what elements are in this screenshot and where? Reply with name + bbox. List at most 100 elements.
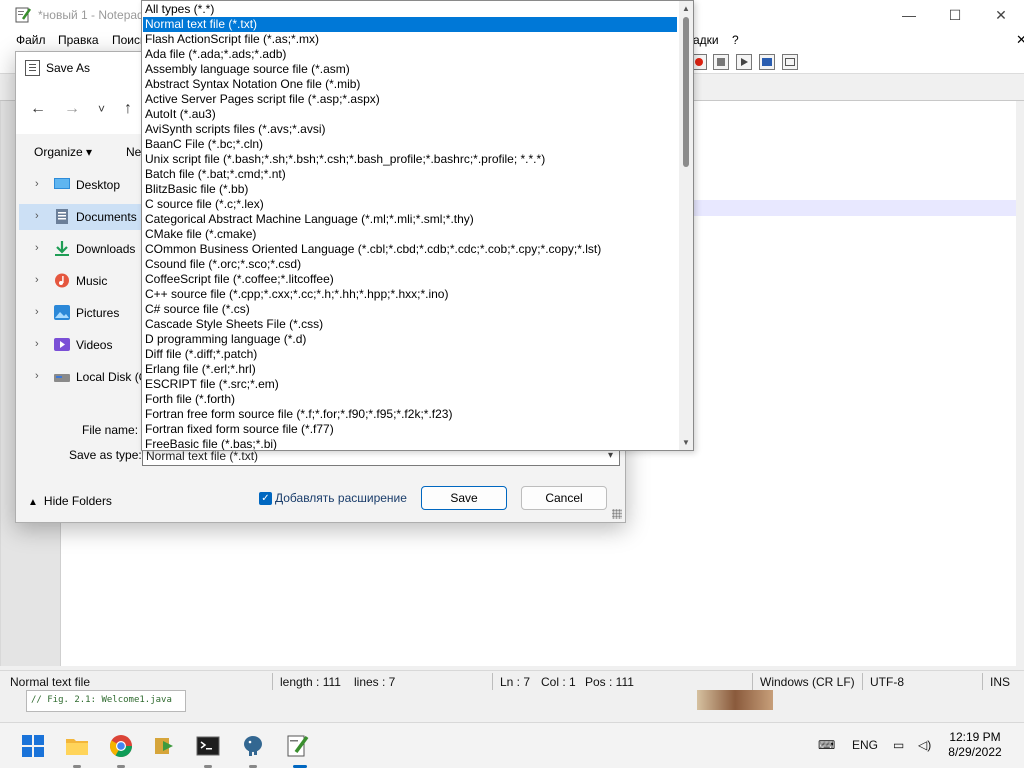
- dropdown-scrollbar[interactable]: ▲ ▼: [679, 1, 693, 450]
- cancel-button[interactable]: Cancel: [521, 486, 607, 510]
- app-arrow-icon[interactable]: [151, 732, 179, 760]
- network-icon[interactable]: ▭: [893, 738, 904, 752]
- scrollbar-thumb[interactable]: [683, 17, 689, 167]
- add-extension-label[interactable]: Добавлять расширение: [275, 491, 407, 505]
- chrome-icon[interactable]: [107, 732, 135, 760]
- file-type-option[interactable]: C# source file (*.cs): [143, 302, 677, 317]
- minimize-button[interactable]: —: [886, 0, 932, 30]
- recent-locations-chevron-icon[interactable]: ˅: [98, 102, 105, 116]
- file-type-option[interactable]: Assembly language source file (*.asm): [143, 62, 677, 77]
- menu-help[interactable]: ?: [732, 33, 739, 47]
- file-type-option[interactable]: Forth file (*.forth): [143, 392, 677, 407]
- tree-item-desktop[interactable]: › Desktop: [19, 172, 159, 198]
- file-type-option[interactable]: CoffeeScript file (*.coffee;*.litcoffee): [143, 272, 677, 287]
- file-type-option[interactable]: Flash ActionScript file (*.as;*.mx): [143, 32, 677, 47]
- keyboard-icon[interactable]: ⌨: [818, 738, 835, 752]
- file-type-option[interactable]: FreeBasic file (*.bas;*.bi): [143, 437, 677, 450]
- file-type-option[interactable]: Abstract Syntax Notation One file (*.mib…: [143, 77, 677, 92]
- tree-item-music[interactable]: › Music: [19, 268, 159, 294]
- close-button[interactable]: ✕: [978, 0, 1024, 30]
- file-type-option[interactable]: Normal text file (*.txt): [143, 17, 677, 32]
- up-arrow-icon[interactable]: ↑: [124, 100, 132, 118]
- file-type-option[interactable]: Categorical Abstract Machine Language (*…: [143, 212, 677, 227]
- status-line: Ln : 7: [500, 675, 531, 689]
- editor-scrollbar[interactable]: [1016, 101, 1024, 666]
- chevron-up-icon: ▲: [28, 497, 38, 508]
- forward-arrow-icon[interactable]: →: [64, 100, 80, 118]
- stop-macro-icon[interactable]: [713, 54, 729, 70]
- expand-chevron-icon[interactable]: ›: [35, 338, 39, 350]
- desktop-icon: [54, 178, 70, 189]
- tree-item-downloads[interactable]: › Downloads: [19, 236, 159, 262]
- system-clock[interactable]: 12:19 PM 8/29/2022: [935, 730, 1015, 760]
- file-type-option[interactable]: Unix script file (*.bash;*.sh;*.bsh;*.cs…: [143, 152, 677, 167]
- language-indicator[interactable]: ENG: [852, 738, 878, 752]
- file-type-option[interactable]: All types (*.*): [143, 2, 677, 17]
- file-type-option[interactable]: D programming language (*.d): [143, 332, 677, 347]
- add-extension-checkbox[interactable]: ✓: [259, 492, 272, 505]
- expand-chevron-icon[interactable]: ›: [35, 242, 39, 254]
- file-type-option[interactable]: Fortran free form source file (*.f;*.for…: [143, 407, 677, 422]
- file-type-option[interactable]: Csound file (*.orc;*.sco;*.csd): [143, 257, 677, 272]
- file-type-option[interactable]: C source file (*.c;*.lex): [143, 197, 677, 212]
- new-folder-button[interactable]: Ne: [126, 145, 141, 159]
- terminal-icon[interactable]: [194, 732, 222, 760]
- notepadpp-icon[interactable]: [283, 732, 311, 760]
- start-icon[interactable]: [19, 732, 47, 760]
- tree-item-label: Local Disk (C: [76, 370, 148, 384]
- scroll-down-arrow-icon[interactable]: ▼: [679, 437, 693, 449]
- videos-icon: [54, 338, 70, 351]
- save-macro-icon[interactable]: [782, 54, 798, 70]
- postgres-icon[interactable]: [239, 732, 267, 760]
- file-type-option[interactable]: BlitzBasic file (*.bb): [143, 182, 677, 197]
- pictures-icon: [54, 305, 70, 320]
- file-type-option[interactable]: COmmon Business Oriented Language (*.cbl…: [143, 242, 677, 257]
- expand-chevron-icon[interactable]: ›: [35, 210, 39, 222]
- file-type-option[interactable]: CMake file (*.cmake): [143, 227, 677, 242]
- expand-chevron-icon[interactable]: ›: [35, 306, 39, 318]
- tree-item-pictures[interactable]: › Pictures: [19, 300, 159, 326]
- menu-tools[interactable]: адки: [693, 33, 719, 47]
- resize-grip-icon[interactable]: [612, 509, 622, 519]
- save-button[interactable]: Save: [421, 486, 507, 510]
- file-type-option[interactable]: Fortran fixed form source file (*.f77): [143, 422, 677, 437]
- save-as-type-dropdown-list: All types (*.*) Normal text file (*.txt) F…: [141, 0, 694, 451]
- play-macro-icon[interactable]: [736, 54, 752, 70]
- organize-button[interactable]: Organize ▾: [34, 145, 92, 159]
- file-type-option[interactable]: AutoIt (*.au3): [143, 107, 677, 122]
- file-explorer-icon[interactable]: [63, 732, 91, 760]
- menu-file[interactable]: Файл: [16, 33, 46, 47]
- organize-chevron-icon: ▾: [86, 145, 93, 159]
- maximize-button[interactable]: ☐: [932, 0, 978, 30]
- file-type-option[interactable]: Active Server Pages script file (*.asp;*…: [143, 92, 677, 107]
- notepadpp-icon: [15, 7, 32, 23]
- run-macro-multiple-icon[interactable]: [759, 54, 775, 70]
- clock-time: 12:19 PM: [949, 730, 1001, 744]
- hide-folders-label: Hide Folders: [43, 494, 112, 508]
- organize-label: Organize: [34, 145, 83, 159]
- file-type-option[interactable]: C++ source file (*.cpp;*.cxx;*.cc;*.h;*.…: [143, 287, 677, 302]
- file-name-label: File name:: [82, 423, 139, 437]
- expand-chevron-icon[interactable]: ›: [35, 370, 39, 382]
- file-type-option[interactable]: ESCRIPT file (*.src;*.em): [143, 377, 677, 392]
- file-type-option[interactable]: Ada file (*.ada;*.ads;*.adb): [143, 47, 677, 62]
- file-type-option[interactable]: Diff file (*.diff;*.patch): [143, 347, 677, 362]
- tree-item-local-disk[interactable]: › Local Disk (C: [19, 364, 159, 390]
- show-desktop-strip[interactable]: [1019, 723, 1024, 768]
- back-arrow-icon[interactable]: ←: [30, 100, 46, 118]
- menu-edit[interactable]: Правка: [58, 33, 99, 47]
- file-type-option[interactable]: Cascade Style Sheets File (*.css): [143, 317, 677, 332]
- tree-item-videos[interactable]: › Videos: [19, 332, 159, 358]
- file-type-option[interactable]: Erlang file (*.erl;*.hrl): [143, 362, 677, 377]
- expand-chevron-icon[interactable]: ›: [35, 178, 39, 190]
- menu-close-doc-icon[interactable]: ✕: [1016, 32, 1024, 48]
- chevron-down-icon[interactable]: ▾: [608, 450, 613, 461]
- file-type-option[interactable]: BaanC File (*.bc;*.cln): [143, 137, 677, 152]
- file-type-option[interactable]: AviSynth scripts files (*.avs;*.avsi): [143, 122, 677, 137]
- scroll-up-arrow-icon[interactable]: ▲: [679, 3, 693, 15]
- expand-chevron-icon[interactable]: ›: [35, 274, 39, 286]
- volume-icon[interactable]: ◁): [918, 738, 931, 752]
- hide-folders-button[interactable]: ▲ Hide Folders: [28, 494, 112, 508]
- file-type-option[interactable]: Batch file (*.bat;*.cmd;*.nt): [143, 167, 677, 182]
- tree-item-documents[interactable]: › Documents: [19, 204, 159, 230]
